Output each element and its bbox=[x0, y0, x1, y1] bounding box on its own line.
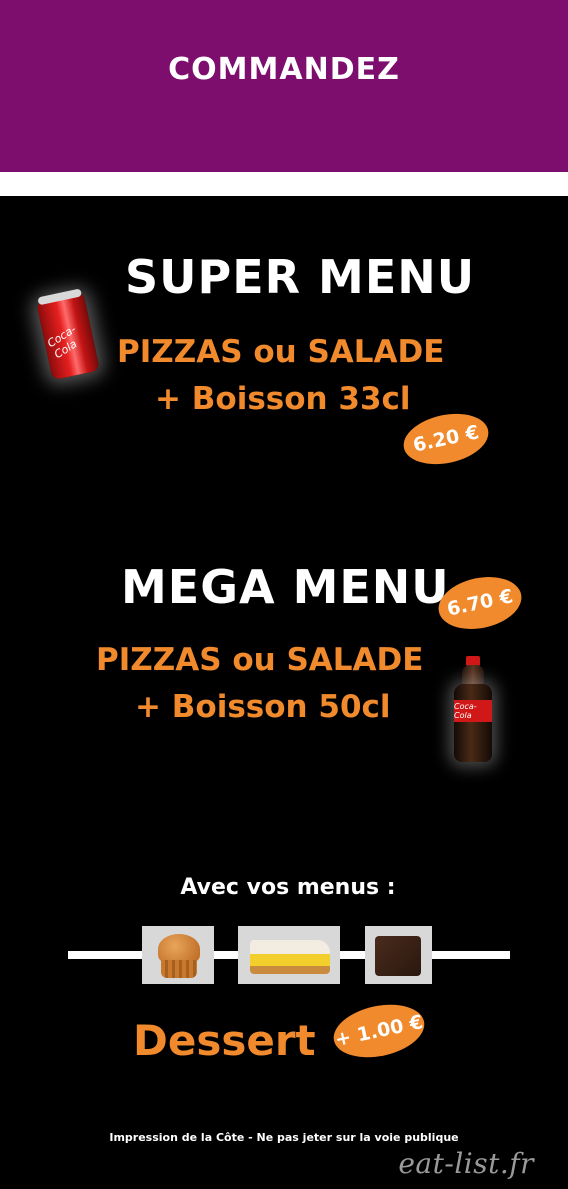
lemon-tart-image bbox=[238, 926, 340, 984]
super-menu-title: SUPER MENU bbox=[125, 250, 476, 304]
muffin-image bbox=[142, 926, 214, 984]
mega-menu-line2: + Boisson 50cl bbox=[135, 689, 391, 725]
footer-note: Impression de la Côte - Ne pas jeter sur… bbox=[109, 1131, 459, 1144]
can-label: Coca-Cola bbox=[45, 322, 80, 362]
dessert-label: Dessert bbox=[133, 1016, 316, 1065]
soda-bottle-icon: Coca-Cola bbox=[450, 656, 496, 764]
super-menu-line1: PIZZAS ou SALADE bbox=[117, 334, 445, 370]
watermark: eat-list.fr bbox=[398, 1147, 534, 1180]
brownie-image bbox=[365, 926, 432, 984]
mega-menu-line1: PIZZAS ou SALADE bbox=[96, 642, 424, 678]
super-menu-line2: + Boisson 33cl bbox=[155, 381, 411, 417]
header-title: COMMANDEZ bbox=[168, 52, 400, 87]
mega-menu-title: MEGA MENU bbox=[121, 560, 450, 614]
header-bar: COMMANDEZ bbox=[0, 0, 568, 172]
bottle-label: Coca-Cola bbox=[454, 700, 492, 722]
desserts-intro: Avec vos menus : bbox=[180, 875, 396, 900]
